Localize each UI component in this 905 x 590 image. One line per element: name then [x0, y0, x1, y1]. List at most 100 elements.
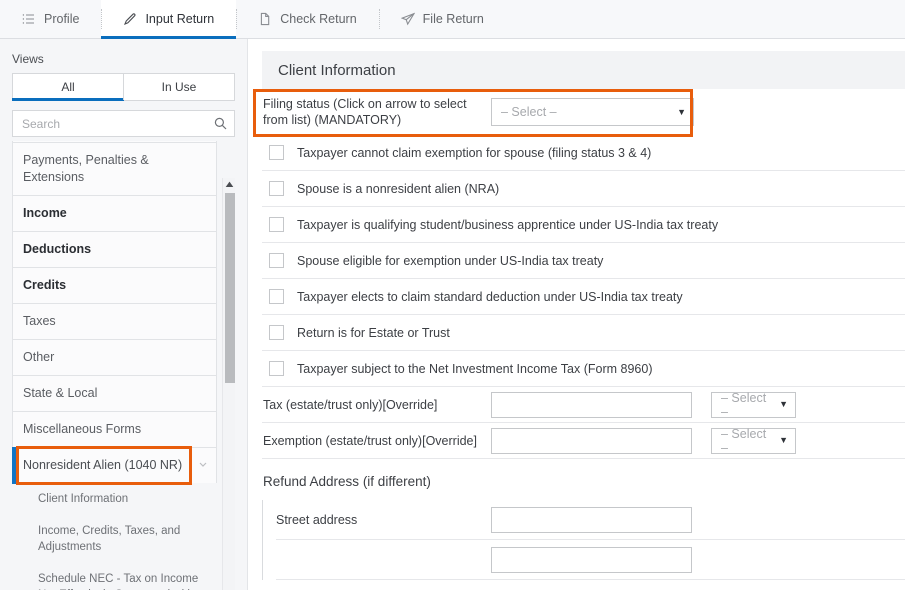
sidebar: Views All In Use Search Payments, Penalt… — [0, 39, 248, 590]
sidebar-item-misc-forms-label: Miscellaneous Forms — [23, 422, 142, 436]
exemption-override-row: Exemption (estate/trust only)[Override] … — [262, 423, 905, 459]
checkbox-taxpayer-subject-net-investment-income-tax[interactable] — [269, 361, 284, 376]
list-icon — [22, 12, 36, 26]
views-tab-all[interactable]: All — [12, 74, 124, 101]
checkbox-label: Return is for Estate or Trust — [297, 325, 450, 340]
tab-profile-label: Profile — [44, 12, 80, 26]
checkbox-row[interactable]: Taxpayer elects to claim standard deduct… — [262, 279, 905, 315]
filing-status-row: Filing status (Click on arrow to select … — [253, 89, 905, 137]
views-tab-all-label: All — [61, 80, 75, 94]
sidebar-item-income-label: Income — [23, 206, 67, 220]
tab-input-return[interactable]: Input Return — [101, 0, 237, 39]
sidebar-item-nonresident-alien[interactable]: Nonresident Alien (1040 NR) — [12, 446, 217, 485]
sidebar-item-deductions-label: Deductions — [23, 242, 92, 256]
sidebar-subitem-client-information-label: Client Information — [38, 493, 129, 505]
checkbox-spouse-eligible-exemption-us-india[interactable] — [269, 253, 284, 268]
sidebar-item-other-label: Other — [23, 350, 55, 364]
sidebar-item-payments-penalties-extensions[interactable]: Payments, Penalties & Extensions — [12, 142, 217, 195]
pencil-icon — [123, 12, 137, 26]
tab-input-return-label: Input Return — [145, 12, 215, 26]
chevron-down-icon[interactable] — [198, 457, 208, 474]
exemption-override-select-value: – Select – — [721, 426, 767, 455]
sidebar-item-state-local-label: State & Local — [23, 386, 98, 400]
street-address-label: Street address — [276, 512, 358, 527]
refund-address-title: Refund Address (if different) — [263, 474, 431, 489]
street-address-input[interactable] — [491, 506, 692, 533]
sidebar-item-credits[interactable]: Credits — [12, 267, 217, 303]
checkbox-row[interactable]: Spouse eligible for exemption under US-I… — [262, 243, 905, 279]
filing-status-select-value: – Select – — [501, 105, 557, 119]
exemption-override-select[interactable]: – Select – ▼ — [711, 426, 796, 455]
sidebar-item-state-local[interactable]: State & Local — [12, 375, 217, 411]
top-tab-bar: Profile Input Return Check Return File R… — [0, 0, 905, 39]
checkbox-spouse-nonresident-alien[interactable] — [269, 181, 284, 196]
checkbox-label: Spouse eligible for exemption under US-I… — [297, 253, 604, 268]
checkbox-taxpayer-qualifying-student[interactable] — [269, 217, 284, 232]
sidebar-item-miscellaneous-forms[interactable]: Miscellaneous Forms — [12, 411, 217, 447]
checkbox-row[interactable]: Return is for Estate or Trust — [262, 315, 905, 351]
tab-check-return[interactable]: Check Return — [236, 0, 378, 38]
search-box[interactable] — [12, 110, 235, 137]
app-root: Profile Input Return Check Return File R… — [0, 0, 905, 590]
sidebar-scrollbar-thumb[interactable] — [225, 193, 235, 383]
caret-down-icon: ▼ — [779, 399, 788, 409]
nav-list: General Payments, Penalties & Extensions… — [12, 141, 217, 590]
checkbox-label: Taxpayer is qualifying student/business … — [297, 217, 719, 232]
sidebar-subitem-schedule-nec[interactable]: Schedule NEC - Tax on Income Not Effecti… — [12, 563, 217, 590]
page-title-text: Client Information — [278, 61, 396, 79]
sidebar-subitem-income-credits-taxes-adjustments[interactable]: Income, Credits, Taxes, and Adjustments — [12, 515, 217, 563]
filing-status-select-wrap: – Select – ▼ — [491, 98, 694, 126]
refund-address-group: Street address — [262, 500, 905, 580]
refund-address-row-2 — [276, 540, 905, 580]
views-tab-in-use[interactable]: In Use — [123, 74, 234, 100]
sidebar-subitem-client-information[interactable]: Client Information — [12, 483, 217, 515]
sidebar-subitem-income-credits-label: Income, Credits, Taxes, and Adjustments — [38, 525, 181, 553]
checkbox-row[interactable]: Taxpayer is qualifying student/business … — [262, 207, 905, 243]
checkbox-return-is-for-estate-or-trust[interactable] — [269, 325, 284, 340]
sidebar-scrollbar[interactable] — [222, 178, 235, 590]
checkbox-taxpayer-elects-standard-deduction[interactable] — [269, 289, 284, 304]
checkbox-taxpayer-cannot-claim-exemption-spouse[interactable] — [269, 145, 284, 160]
document-icon — [258, 12, 272, 26]
tab-profile[interactable]: Profile — [0, 0, 101, 38]
refund-address-row-2-label — [276, 554, 491, 566]
caret-down-icon: ▼ — [677, 106, 686, 117]
tab-file-return[interactable]: File Return — [378, 0, 506, 38]
tax-override-row: Tax (estate/trust only)[Override] – Sele… — [262, 387, 905, 423]
selected-indicator-bar — [12, 447, 16, 484]
checkbox-label: Taxpayer elects to claim standard deduct… — [297, 289, 683, 304]
tab-check-return-label: Check Return — [280, 12, 357, 26]
tax-override-input[interactable] — [491, 391, 692, 418]
scroll-up-arrow-icon[interactable] — [223, 178, 235, 191]
tax-override-select-value: – Select – — [721, 390, 767, 419]
views-segmented-control: All In Use — [12, 73, 235, 101]
tab-file-return-label: File Return — [422, 12, 484, 26]
sidebar-item-payments-label: Payments, Penalties & Extensions — [23, 153, 149, 184]
checkbox-row[interactable]: Spouse is a nonresident alien (NRA) — [262, 171, 905, 207]
checkbox-label: Spouse is a nonresident alien (NRA) — [297, 181, 500, 196]
checkbox-row[interactable]: Taxpayer cannot claim exemption for spou… — [262, 135, 905, 171]
sidebar-item-taxes-label: Taxes — [23, 314, 56, 328]
tax-override-label: Tax (estate/trust only)[Override] — [263, 397, 438, 412]
filing-status-label: Filing status (Click on arrow to select … — [263, 97, 467, 127]
main-content: Client Information Filing status (Click … — [248, 39, 905, 590]
refund-address-input-2[interactable] — [491, 546, 692, 573]
checkbox-label: Taxpayer subject to the Net Investment I… — [297, 361, 653, 376]
exemption-override-input[interactable] — [491, 427, 692, 454]
sidebar-item-deductions[interactable]: Deductions — [12, 231, 217, 267]
sidebar-item-other[interactable]: Other — [12, 339, 217, 375]
sidebar-item-credits-label: Credits — [23, 278, 67, 292]
checkbox-row[interactable]: Taxpayer subject to the Net Investment I… — [262, 351, 905, 387]
tax-override-select[interactable]: – Select – ▼ — [711, 390, 796, 419]
nav-scroll-area: General Payments, Penalties & Extensions… — [12, 141, 235, 590]
checkbox-label: Taxpayer cannot claim exemption for spou… — [297, 145, 652, 160]
search-icon[interactable] — [214, 117, 227, 130]
filing-status-select[interactable]: – Select – ▼ — [491, 98, 694, 126]
views-label: Views — [12, 52, 44, 66]
exemption-override-label: Exemption (estate/trust only)[Override] — [263, 433, 477, 448]
sidebar-item-taxes[interactable]: Taxes — [12, 303, 217, 339]
body-split: Views All In Use Search Payments, Penalt… — [0, 39, 905, 590]
page-title: Client Information — [262, 51, 905, 89]
search-input[interactable] — [22, 116, 214, 131]
sidebar-item-income[interactable]: Income — [12, 195, 217, 231]
